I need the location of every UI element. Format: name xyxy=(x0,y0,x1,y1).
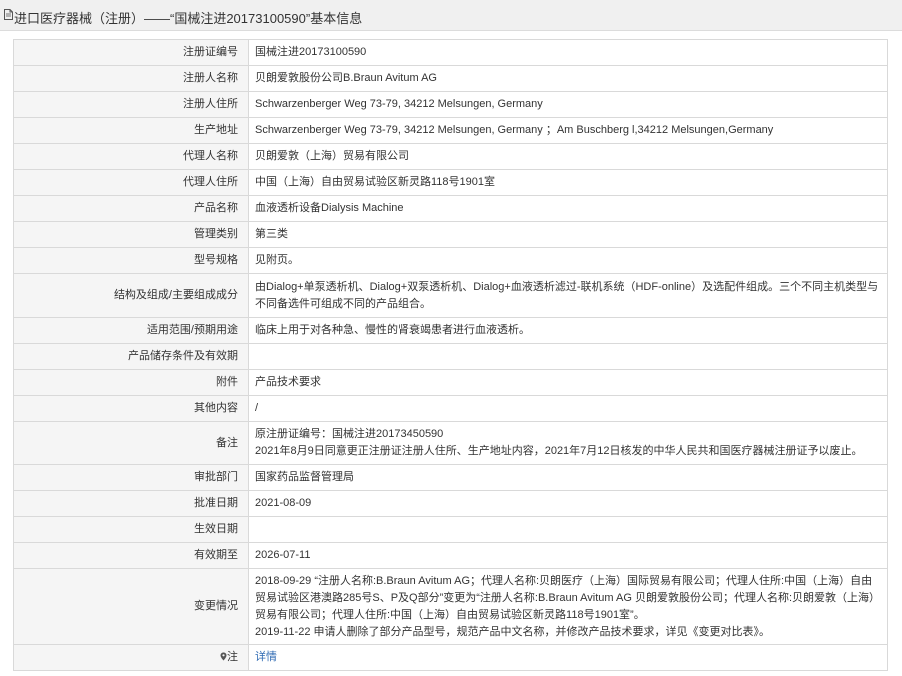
table-row: 管理类别 第三类 xyxy=(13,221,888,248)
remark-line: 原注册证编号：国械注进20173450590 xyxy=(255,428,444,440)
table-row: 适用范围/预期用途 临床上用于对各种急、慢性的肾衰竭患者进行血液透析。 xyxy=(13,317,888,344)
field-value: 血液透析设备Dialysis Machine xyxy=(248,195,888,222)
field-value: / xyxy=(248,395,888,422)
field-value: 由Dialog+单泵透析机、Dialog+双泵透析机、Dialog+血液透析滤过… xyxy=(248,273,888,318)
table-row: 批准日期 2021-08-09 xyxy=(13,490,888,517)
note-label: 注 xyxy=(227,651,238,663)
table-row: 生效日期 xyxy=(13,516,888,543)
table-row: 代理人名称 贝朗爱敦（上海）贸易有限公司 xyxy=(13,143,888,170)
field-value: 详情 xyxy=(248,644,888,671)
table-row: 注册人住所 Schwarzenberger Weg 73-79, 34212 M… xyxy=(13,91,888,118)
table-row: 代理人住所 中国（上海）自由贸易试验区新灵路118号1901室 xyxy=(13,169,888,196)
table-row: 注 详情 xyxy=(13,644,888,671)
table-row: 附件 产品技术要求 xyxy=(13,369,888,396)
field-label: 适用范围/预期用途 xyxy=(13,317,249,344)
details-link[interactable]: 详情 xyxy=(255,651,277,663)
remark-line: 2021年8月9日同意更正注册证注册人住所、生产地址内容，2021年7月12日核… xyxy=(255,445,863,457)
field-value: 原注册证编号：国械注进20173450590 2021年8月9日同意更正注册证注… xyxy=(248,421,888,465)
field-label: 注册证编号 xyxy=(13,39,249,66)
table-row: 变更情况 2018-09-29 “注册人名称:B.Braun Avitum AG… xyxy=(13,568,888,645)
field-value: 见附页。 xyxy=(248,247,888,274)
table-row: 审批部门 国家药品监督管理局 xyxy=(13,464,888,491)
table-row: 型号规格 见附页。 xyxy=(13,247,888,274)
field-label: 变更情况 xyxy=(13,568,249,645)
page-header: 进口医疗器械（注册）——“国械注进20173100590”基本信息 xyxy=(0,0,902,31)
table-row: 其他内容 / xyxy=(13,395,888,422)
field-label: 注 xyxy=(13,644,249,671)
table-row: 备注 原注册证编号：国械注进20173450590 2021年8月9日同意更正注… xyxy=(13,421,888,465)
field-value: 产品技术要求 xyxy=(248,369,888,396)
document-icon xyxy=(4,9,13,20)
field-label: 结构及组成/主要组成成分 xyxy=(13,273,249,318)
table-row: 产品储存条件及有效期 xyxy=(13,343,888,370)
field-value: 国械注进20173100590 xyxy=(248,39,888,66)
field-label: 代理人住所 xyxy=(13,169,249,196)
field-label: 审批部门 xyxy=(13,464,249,491)
page-title: 进口医疗器械（注册）——“国械注进20173100590”基本信息 xyxy=(14,11,363,26)
table-row: 注册证编号 国械注进20173100590 xyxy=(13,39,888,66)
field-value: 2021-08-09 xyxy=(248,490,888,517)
change-entry: 2019-11-22 申请人删除了部分产品型号，规范产品中文名称，并修改产品技术… xyxy=(255,625,771,638)
field-value: 2026-07-11 xyxy=(248,542,888,569)
field-value xyxy=(248,343,888,370)
field-value: 中国（上海）自由贸易试验区新灵路118号1901室 xyxy=(248,169,888,196)
field-label: 产品名称 xyxy=(13,195,249,222)
field-label: 生产地址 xyxy=(13,117,249,144)
table-row: 结构及组成/主要组成成分 由Dialog+单泵透析机、Dialog+双泵透析机、… xyxy=(13,273,888,318)
field-label: 注册人住所 xyxy=(13,91,249,118)
field-label: 产品储存条件及有效期 xyxy=(13,343,249,370)
field-value: 国家药品监督管理局 xyxy=(248,464,888,491)
field-value: Schwarzenberger Weg 73-79, 34212 Melsung… xyxy=(248,117,888,144)
table-row: 注册人名称 贝朗爱敦股份公司B.Braun Avitum AG xyxy=(13,65,888,92)
field-label: 附件 xyxy=(13,369,249,396)
field-value: 临床上用于对各种急、慢性的肾衰竭患者进行血液透析。 xyxy=(248,317,888,344)
map-pin-icon xyxy=(220,652,227,661)
field-label: 注册人名称 xyxy=(13,65,249,92)
field-value: 贝朗爱敦（上海）贸易有限公司 xyxy=(248,143,888,170)
field-value xyxy=(248,516,888,543)
table-row: 有效期至 2026-07-11 xyxy=(13,542,888,569)
field-label: 其他内容 xyxy=(13,395,249,422)
field-label: 代理人名称 xyxy=(13,143,249,170)
field-value: 第三类 xyxy=(248,221,888,248)
table-row: 产品名称 血液透析设备Dialysis Machine xyxy=(13,195,888,222)
field-label: 备注 xyxy=(13,421,249,465)
change-entry: 2018-09-29 “注册人名称:B.Braun Avitum AG；代理人名… xyxy=(255,574,881,621)
field-label: 有效期至 xyxy=(13,542,249,569)
field-label: 管理类别 xyxy=(13,221,249,248)
field-value: Schwarzenberger Weg 73-79, 34212 Melsung… xyxy=(248,91,888,118)
field-label: 批准日期 xyxy=(13,490,249,517)
field-label: 生效日期 xyxy=(13,516,249,543)
field-value: 2018-09-29 “注册人名称:B.Braun Avitum AG；代理人名… xyxy=(248,568,888,645)
field-label: 型号规格 xyxy=(13,247,249,274)
field-value: 贝朗爱敦股份公司B.Braun Avitum AG xyxy=(248,65,888,92)
info-table: 注册证编号 国械注进20173100590 注册人名称 贝朗爱敦股份公司B.Br… xyxy=(13,39,888,671)
table-row: 生产地址 Schwarzenberger Weg 73-79, 34212 Me… xyxy=(13,117,888,144)
